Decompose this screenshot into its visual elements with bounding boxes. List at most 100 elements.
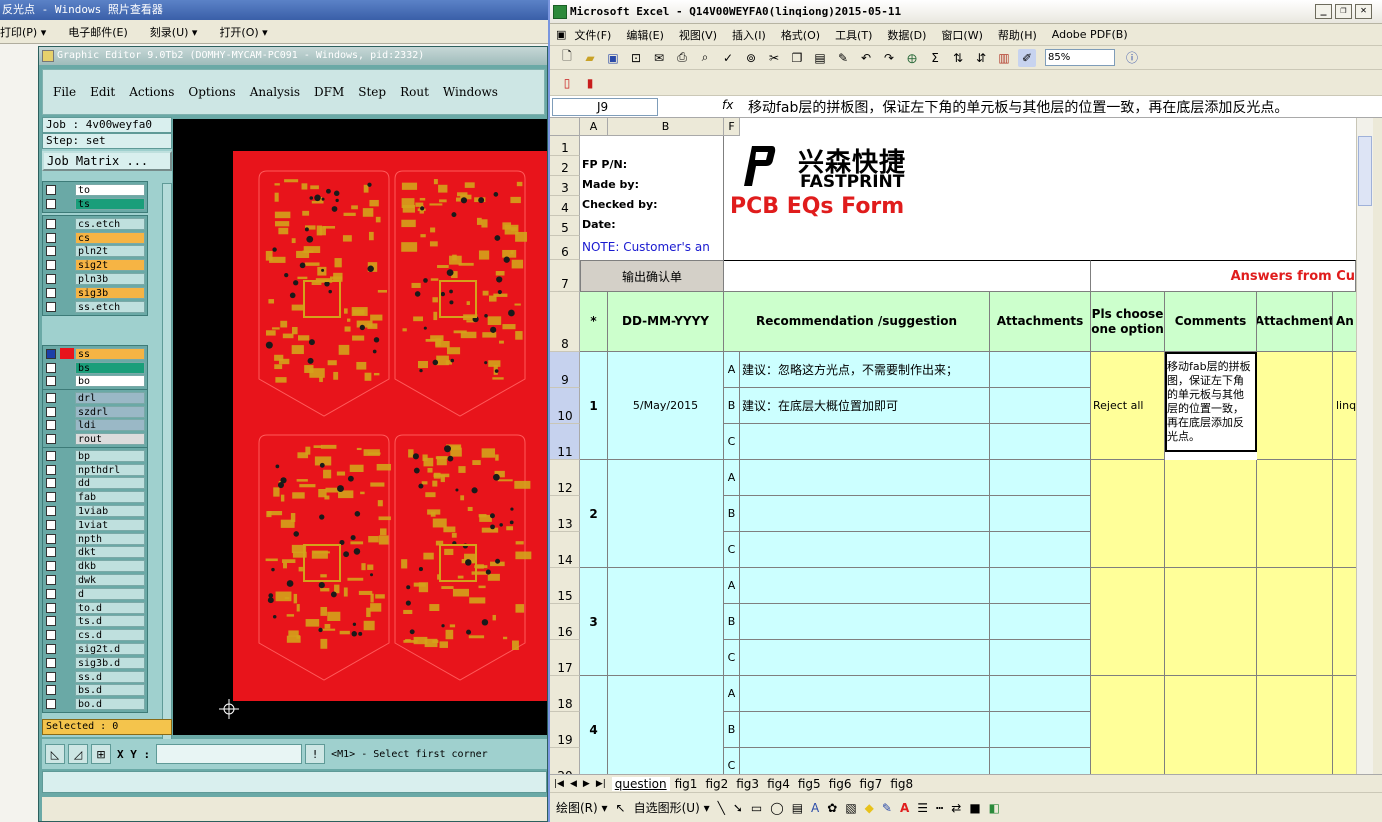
layer-checkbox[interactable] — [46, 274, 56, 285]
undo-icon[interactable]: ↶ — [857, 49, 875, 67]
menu-file-cn[interactable]: 文件(F) — [574, 27, 611, 43]
layer-row[interactable]: fab — [46, 490, 145, 504]
sheet-tab-fig1[interactable]: fig1 — [672, 777, 701, 791]
layer-row[interactable]: bo — [46, 375, 145, 389]
col-header-b[interactable]: B — [608, 118, 724, 136]
recommendation-cell[interactable] — [740, 496, 990, 532]
layer-row[interactable]: ss — [46, 347, 145, 361]
sheet-tab-fig5[interactable]: fig5 — [795, 777, 824, 791]
menu-insert-cn[interactable]: 插入(I) — [732, 27, 766, 43]
layer-row[interactable]: sig3b.d — [46, 656, 145, 670]
answer-cell[interactable] — [1333, 460, 1356, 568]
attachments-cell[interactable] — [990, 604, 1091, 640]
autosum-icon[interactable]: Σ — [926, 49, 944, 67]
attachments-cell[interactable] — [990, 424, 1091, 460]
layer-checkbox[interactable] — [46, 699, 56, 710]
name-box[interactable]: J9 — [552, 98, 658, 116]
line-style-icon[interactable]: ☰ — [917, 801, 928, 815]
email-icon[interactable]: ✉ — [650, 49, 668, 67]
menu-dfm[interactable]: DFM — [314, 85, 344, 99]
chart-wizard-icon[interactable]: ▥ — [995, 49, 1013, 67]
attachment-cell[interactable] — [1257, 676, 1333, 774]
layer-checkbox[interactable] — [46, 434, 56, 445]
vertical-scrollbar[interactable] — [1356, 118, 1373, 774]
layer-row[interactable]: to — [46, 183, 145, 197]
preview-icon[interactable]: ⌕ — [696, 49, 714, 67]
layer-row[interactable]: cs — [46, 231, 145, 245]
comment-cell[interactable] — [1165, 568, 1257, 676]
layer-row[interactable]: npth — [46, 532, 145, 546]
help-icon[interactable]: ⓘ — [1123, 49, 1141, 67]
dash-style-icon[interactable]: ┅ — [936, 801, 943, 815]
option-cell[interactable]: Reject all — [1091, 352, 1165, 460]
line-color-icon[interactable]: ✎ — [882, 801, 892, 815]
paste-icon[interactable]: ▤ — [811, 49, 829, 67]
comment-cell[interactable] — [1165, 460, 1257, 568]
layer-row[interactable]: cs.etch — [46, 217, 145, 231]
permission-icon[interactable]: ⊡ — [627, 49, 645, 67]
fx-icon[interactable]: fx — [722, 98, 733, 112]
layer-row[interactable]: sig2t.d — [46, 642, 145, 656]
layer-checkbox[interactable] — [46, 464, 56, 475]
layer-checkbox[interactable] — [46, 184, 56, 195]
layer-row[interactable]: ss.etch — [46, 300, 145, 314]
3d-icon[interactable]: ◧ — [989, 801, 1000, 815]
line-icon[interactable]: ╲ — [718, 801, 725, 815]
layer-row[interactable]: ts — [46, 197, 145, 211]
scroll-thumb[interactable] — [1358, 136, 1372, 206]
menu-file[interactable]: File — [53, 85, 76, 99]
answer-cell[interactable] — [1333, 568, 1356, 676]
row-header[interactable]: 18 — [550, 676, 580, 712]
layer-row[interactable]: d — [46, 587, 145, 601]
cut-icon[interactable]: ✂ — [765, 49, 783, 67]
tab-nav-prev-icon[interactable]: ◀ — [570, 779, 577, 789]
layer-row[interactable]: ts.d — [46, 615, 145, 629]
attachment-cell[interactable] — [1257, 568, 1333, 676]
layer-checkbox[interactable] — [46, 685, 56, 696]
layer-checkbox[interactable] — [46, 533, 56, 544]
comment-cell[interactable]: 移动fab层的拼板图，保证左下角的单元板与其他层的位置一致，再在底层添加反光点。 — [1165, 352, 1257, 452]
recommendation-cell[interactable]: 建议：忽略这方光点，不需要制作出来； — [740, 352, 990, 388]
menu-adobe-pdf[interactable]: Adobe PDF(B) — [1052, 28, 1128, 41]
recommendation-cell[interactable] — [740, 532, 990, 568]
row-header[interactable]: 20 — [550, 748, 580, 774]
menu-view-cn[interactable]: 视图(V) — [679, 27, 717, 43]
layer-checkbox[interactable] — [46, 348, 56, 359]
layer-checkbox[interactable] — [46, 420, 56, 431]
menu-analysis[interactable]: Analysis — [250, 85, 300, 99]
row-header[interactable]: 6 — [550, 236, 580, 260]
save-icon[interactable]: ▣ — [604, 49, 622, 67]
layer-row[interactable]: bo.d — [46, 697, 145, 711]
recommendation-cell[interactable] — [740, 712, 990, 748]
pcb-drawing[interactable] — [173, 119, 547, 735]
layer-row[interactable]: 1viab — [46, 504, 145, 518]
item-date[interactable] — [608, 676, 724, 774]
attachments-cell[interactable] — [990, 712, 1091, 748]
draw-menu[interactable]: 绘图(R) ▾ — [556, 799, 608, 816]
pcb-canvas[interactable] — [173, 119, 547, 735]
formula-input[interactable]: 移动fab层的拼板图，保证左下角的单元板与其他层的位置一致，再在底层添加反光点。 — [748, 98, 1368, 118]
picture-icon[interactable]: ▧ — [845, 801, 856, 815]
layer-checkbox[interactable] — [46, 630, 56, 641]
export-button[interactable]: 输出确认单 — [580, 260, 724, 292]
col-header-f[interactable]: F — [724, 118, 740, 136]
item-date[interactable]: 5/May/2015 — [608, 352, 724, 460]
recommendation-cell[interactable] — [740, 424, 990, 460]
layer-row[interactable]: bs.d — [46, 684, 145, 698]
layer-checkbox[interactable] — [46, 478, 56, 489]
row-header[interactable]: 16 — [550, 604, 580, 640]
row-header[interactable]: 14 — [550, 532, 580, 568]
menu-icon[interactable]: ▣ — [556, 28, 566, 41]
arrow-style-icon[interactable]: ⇄ — [951, 801, 961, 815]
layer-checkbox[interactable] — [46, 602, 56, 613]
recommendation-cell[interactable] — [740, 568, 990, 604]
layer-row[interactable]: drl — [46, 391, 145, 405]
sheet-tab-fig3[interactable]: fig3 — [733, 777, 762, 791]
layer-checkbox[interactable] — [46, 362, 56, 373]
attachments-cell[interactable] — [990, 640, 1091, 676]
row-header[interactable]: 12 — [550, 460, 580, 496]
recommendation-cell[interactable] — [740, 460, 990, 496]
layer-row[interactable]: dwk — [46, 573, 145, 587]
pdf-convert-icon[interactable]: ▯ — [558, 74, 576, 92]
option-cell[interactable] — [1091, 460, 1165, 568]
